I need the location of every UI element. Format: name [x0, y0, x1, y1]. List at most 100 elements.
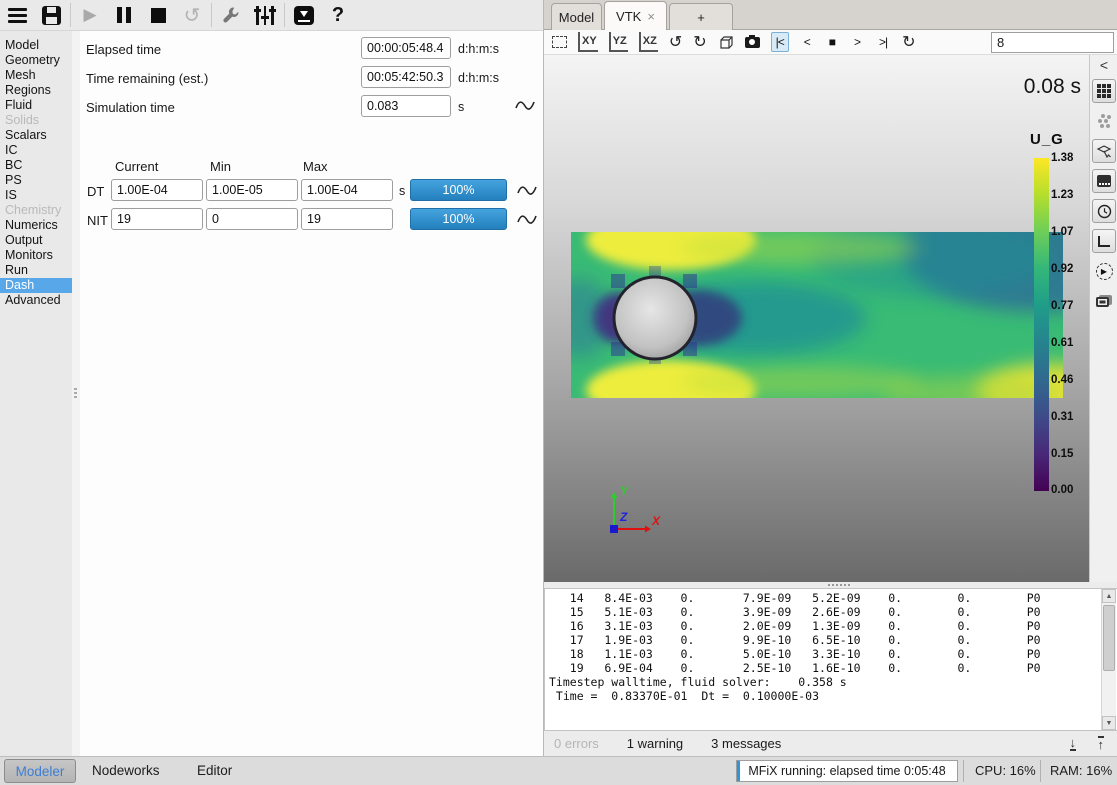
export-button[interactable]: [287, 1, 321, 29]
playback-settings-button[interactable]: ▶: [1092, 259, 1116, 283]
elapsed-time-unit: d:h:m:s: [458, 42, 499, 56]
nit-current-field[interactable]: 19: [111, 208, 203, 230]
previous-frame-button[interactable]: <: [800, 32, 814, 52]
bottom-bar: Modeler Nodeworks Editor MFiX running: e…: [0, 756, 1117, 785]
sidebar-item-run[interactable]: Run: [0, 263, 72, 278]
console-line: Timestep walltime, fluid solver: 0.358 s: [549, 675, 1117, 689]
next-frame-button[interactable]: >: [850, 32, 864, 52]
last-frame-button[interactable]: >|: [875, 32, 891, 52]
time-display-button[interactable]: [1092, 199, 1116, 223]
dt-current-field[interactable]: 1.00E-04: [111, 179, 203, 201]
nit-min-field[interactable]: 0: [206, 208, 298, 230]
sidebar-item-scalars[interactable]: Scalars: [0, 128, 72, 143]
mode-nodeworks-button[interactable]: Nodeworks: [92, 763, 160, 778]
help-button[interactable]: ?: [321, 1, 355, 29]
reset-button[interactable]: ↺: [175, 1, 209, 29]
view-yz-button[interactable]: YZ: [609, 32, 628, 52]
axis-y-label: Y: [620, 484, 629, 498]
plot-nit-button[interactable]: [516, 212, 538, 226]
sidebar-item-fluid[interactable]: Fluid: [0, 98, 72, 113]
colorbar-title: U_G: [1030, 131, 1064, 148]
dt-max-field[interactable]: 1.00E-04: [301, 179, 393, 201]
plot-dt-button[interactable]: [516, 183, 538, 197]
console-line: 18 1.1E-03 0. 5.0E-10 3.3E-10 0. 0. P0: [549, 647, 1117, 661]
geometry-toggle-button[interactable]: [1092, 139, 1116, 163]
rotate-right-button[interactable]: ↻: [693, 32, 706, 52]
stop-playback-button[interactable]: ■: [825, 32, 839, 52]
messages-count[interactable]: 3 messages: [711, 736, 781, 751]
rotate-left-button[interactable]: ↺: [669, 32, 682, 52]
reset-view-button[interactable]: [552, 32, 567, 52]
vtk-scene[interactable]: 0.08 s: [544, 55, 1089, 582]
save-button[interactable]: [34, 1, 68, 29]
refresh-button[interactable]: ↻: [902, 32, 915, 52]
warnings-count[interactable]: 1 warning: [627, 736, 683, 751]
snapshot-button[interactable]: [745, 32, 760, 52]
perspective-button[interactable]: [718, 32, 734, 52]
collapse-panel-button[interactable]: <: [1100, 59, 1108, 73]
elapsed-time-field[interactable]: 00:00:05:48.4: [361, 37, 451, 59]
sidebar-item-model[interactable]: Model: [0, 38, 72, 53]
console-line: 14 8.4E-03 0. 7.9E-09 5.2E-09 0. 0. P0: [549, 591, 1117, 605]
sidebar-item-output[interactable]: Output: [0, 233, 72, 248]
pause-button[interactable]: [107, 1, 141, 29]
time-remaining-label: Time remaining (est.): [86, 71, 208, 86]
cells-toggle-button[interactable]: [1092, 79, 1116, 103]
view-xy-button[interactable]: XY: [578, 32, 598, 52]
mode-editor-button[interactable]: Editor: [197, 763, 232, 778]
solver-console[interactable]: 14 8.4E-03 0. 7.9E-09 5.2E-09 0. 0. P0 1…: [544, 588, 1117, 731]
errors-count[interactable]: 0 errors: [554, 736, 599, 751]
menu-button[interactable]: [0, 1, 34, 29]
tab-new[interactable]: +: [669, 3, 733, 30]
console-scrollbar[interactable]: ▲ ▼: [1101, 589, 1116, 730]
scroll-up-button[interactable]: ▲: [1102, 589, 1116, 603]
nit-max-field[interactable]: 19: [301, 208, 393, 230]
plot-simulation-time-button[interactable]: [514, 98, 536, 112]
sidebar-item-mesh[interactable]: Mesh: [0, 68, 72, 83]
sidebar-item-dash[interactable]: Dash: [0, 278, 72, 293]
axes-triad: Y X Z: [594, 483, 664, 543]
tab-model[interactable]: Model: [551, 3, 602, 30]
sidebar-item-numerics[interactable]: Numerics: [0, 218, 72, 233]
mode-modeler-button[interactable]: Modeler: [4, 759, 76, 783]
time-remaining-field[interactable]: 00:05:42:50.3: [361, 66, 451, 88]
scroll-to-bottom-button[interactable]: ↓: [1070, 736, 1077, 751]
points-style-button[interactable]: [1092, 169, 1116, 193]
scrollbar-handle[interactable]: [1103, 605, 1115, 671]
splitter-handle-icon: [74, 388, 77, 398]
sidebar-item-bc[interactable]: BC: [0, 158, 72, 173]
dt-row-label: DT: [87, 184, 104, 199]
view-tabbar: Model VTK × +: [544, 0, 1117, 30]
axis-z-label: Z: [619, 510, 628, 524]
frame-index-field[interactable]: 8: [991, 32, 1114, 53]
cube-icon: [718, 34, 734, 50]
dt-min-field[interactable]: 1.00E-05: [206, 179, 298, 201]
run-button[interactable]: ▶: [73, 1, 107, 29]
simulation-time-field[interactable]: 0.083: [361, 95, 451, 117]
sidebar-item-ic[interactable]: IC: [0, 143, 72, 158]
first-frame-button[interactable]: |<: [771, 32, 789, 52]
main-toolbar: ▶ ↺ ?: [0, 0, 543, 31]
sidebar-item-regions[interactable]: Regions: [0, 83, 72, 98]
sidebar-item-geometry[interactable]: Geometry: [0, 53, 72, 68]
sidebar-splitter[interactable]: [72, 31, 80, 756]
sidebar-item-is[interactable]: IS: [0, 188, 72, 203]
vtk-toolbar: XY YZ XZ ↺ ↻ |< < ■ > >| ↻ 8: [544, 30, 1117, 55]
tab-vtk[interactable]: VTK ×: [604, 1, 667, 30]
sidebar-item-ps[interactable]: PS: [0, 173, 72, 188]
scroll-down-button[interactable]: ▼: [1102, 716, 1116, 730]
tab-close-icon[interactable]: ×: [647, 9, 655, 24]
vtk-side-toolbar: < ▶: [1089, 55, 1117, 582]
view-xz-button[interactable]: XZ: [639, 32, 658, 52]
sidebar-item-advanced[interactable]: Advanced: [0, 293, 72, 308]
sidebar-item-monitors[interactable]: Monitors: [0, 248, 72, 263]
axes-toggle-button[interactable]: [1092, 229, 1116, 253]
build-button[interactable]: [214, 1, 248, 29]
settings-button[interactable]: [248, 1, 282, 29]
scroll-to-top-button[interactable]: ↑: [1098, 736, 1105, 751]
statusbar-separator: [963, 760, 964, 782]
camera-views-button[interactable]: [1092, 289, 1116, 313]
stop-button[interactable]: [141, 1, 175, 29]
geometry-icon: [1096, 143, 1112, 159]
splitter-handle-icon: [828, 584, 850, 586]
